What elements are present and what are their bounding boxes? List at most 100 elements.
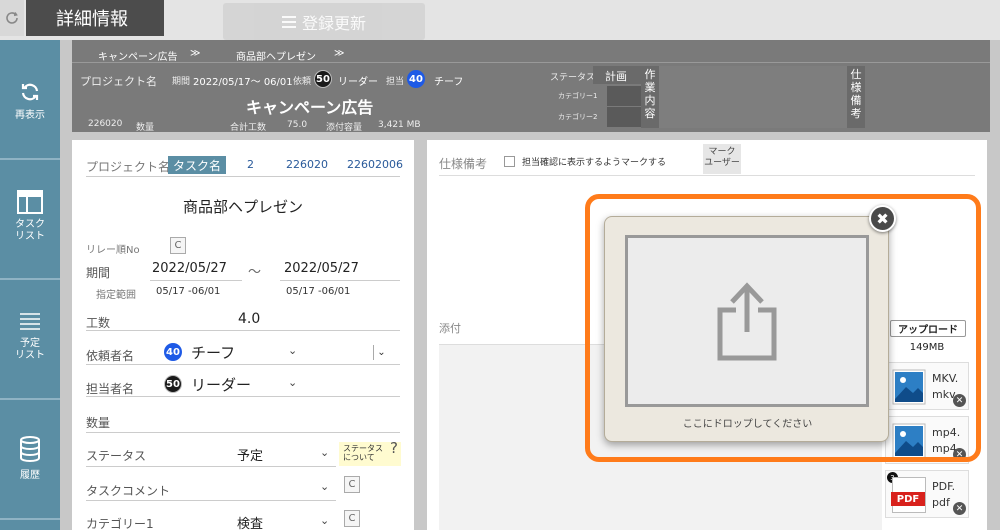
close-icon[interactable]: ✖	[869, 205, 896, 232]
chevron-down-icon[interactable]: ⌄	[320, 446, 329, 459]
field-underline	[439, 175, 975, 176]
field-underline	[86, 396, 400, 397]
chevron-down-icon[interactable]: ⌄	[288, 376, 297, 389]
requester-label: 依頼	[293, 77, 312, 87]
chevron-down-icon[interactable]: ⌄	[373, 345, 389, 360]
task-name-tag: タスク名	[168, 156, 226, 174]
sidebar-item-refresh[interactable]: 再表示	[0, 80, 60, 122]
field-underline	[86, 330, 400, 331]
sidebar-item-label: 再表示	[15, 110, 45, 121]
assignee-label: 担当者名	[86, 382, 135, 396]
sidebar-item-task-list[interactable]: タスク リスト	[0, 190, 60, 243]
page-title: 詳細情報	[26, 0, 164, 36]
sidebar-divider	[0, 158, 60, 160]
hours-value[interactable]: 4.0	[238, 311, 260, 327]
task-list-icon	[17, 190, 43, 214]
comment-c-button[interactable]: C	[344, 476, 360, 493]
sidebar-divider	[0, 398, 60, 400]
range-end: 05/17 -06/01	[286, 286, 351, 297]
status-label: ステータス	[86, 449, 147, 463]
period-label: 期間	[172, 77, 191, 87]
register-update-button[interactable]: 登録更新	[223, 3, 425, 40]
refresh-icon	[21, 83, 39, 101]
status-help-button[interactable]: ステータス について ?	[339, 439, 401, 466]
breadcrumb-task[interactable]: 商品部ヘプレゼン	[236, 48, 316, 63]
assignee-badge: 40	[407, 70, 425, 88]
period-end[interactable]: 2022/05/27	[284, 261, 359, 276]
status-help-text: ステータス について	[343, 444, 383, 462]
project-header: キャンペーン広告 ≫ 商品部ヘプレゼン ≫ プロジェクト名 期間 2022/05…	[72, 40, 990, 133]
category2-cell	[607, 107, 641, 127]
breadcrumb-project[interactable]: キャンペーン広告	[98, 48, 178, 63]
task-number: 2	[247, 158, 254, 171]
chevron-down-icon[interactable]: ⌄	[320, 514, 329, 527]
assignee-name: チーフ	[434, 77, 464, 88]
work-content-label: 作 業 内 容	[644, 68, 656, 120]
attach-size-value: 3,421 MB	[378, 120, 421, 130]
sidebar: 再表示 タスク リスト 予定 リスト 履歴	[0, 40, 60, 530]
file-close-icon[interactable]: ✕	[953, 502, 966, 515]
header-divider	[72, 62, 990, 63]
spec-notes-label: 仕 様 備 考	[850, 68, 862, 120]
sidebar-item-schedule-list[interactable]: 予定 リスト	[0, 312, 60, 362]
relay-c-button[interactable]: C	[170, 237, 186, 254]
pdf-tag: PDF	[891, 492, 925, 506]
drop-zone[interactable]	[625, 235, 869, 407]
mark-checkbox[interactable]	[504, 156, 515, 167]
period-tilde: 〜	[248, 265, 262, 280]
assignee-value[interactable]: リーダー	[191, 374, 251, 395]
status-value[interactable]: 予定	[237, 445, 263, 464]
field-underline	[86, 176, 400, 177]
project-name-label: プロジェクト名	[86, 160, 171, 174]
task-form: プロジェクト名 タスク名 2 226020 22602006 商品部ヘプレゼン …	[72, 140, 414, 530]
work-content-area[interactable]	[659, 66, 849, 128]
category1-label: カテゴリー1	[86, 517, 154, 530]
field-underline	[86, 432, 400, 433]
range-start: 05/17 -06/01	[156, 286, 221, 297]
total-hours-value: 75.0	[287, 120, 308, 130]
drop-instruction: ここにドロップしてください	[682, 419, 813, 430]
chevron-down-icon[interactable]: ⌄	[288, 344, 297, 357]
total-hours-label: 合計工数	[230, 123, 267, 133]
status-label: ステータス	[550, 73, 596, 83]
database-icon	[20, 436, 40, 462]
register-update-label: 登録更新	[301, 13, 366, 33]
requester-value[interactable]: チーフ	[191, 342, 235, 363]
category2-label: カテゴリー2	[558, 113, 598, 121]
mark-user-button[interactable]: マーク ユーザー	[703, 144, 741, 174]
refresh-icon[interactable]	[0, 0, 24, 36]
category-c-button[interactable]: C	[344, 510, 360, 527]
field-underline	[86, 500, 336, 501]
hours-label: 工数	[86, 316, 111, 330]
menu-icon	[281, 15, 296, 28]
requester-label: 依頼者名	[86, 349, 135, 363]
field-underline	[150, 280, 242, 281]
period-start[interactable]: 2022/05/27	[152, 261, 227, 276]
requester-name: リーダー	[338, 77, 378, 88]
category1-value[interactable]: 検査	[237, 513, 263, 530]
project-name-label: プロジェクト名	[80, 75, 157, 88]
file-card[interactable]: 3 PDF PDF. pdf ✕	[885, 470, 969, 518]
sidebar-divider	[0, 278, 60, 280]
field-underline	[280, 280, 400, 281]
relay-order-label: リレー順No	[86, 245, 140, 256]
help-icon: ?	[390, 439, 398, 457]
task-id-value: 22602006	[347, 158, 403, 171]
period-label: 期間	[86, 266, 111, 280]
project-id-value: 226020	[286, 158, 328, 171]
sidebar-item-label: 予定 リスト	[15, 338, 45, 361]
assignee-badge: 50	[164, 375, 182, 393]
pdf-file-icon: PDF	[891, 477, 926, 513]
attachment-label: 添付	[439, 322, 461, 335]
period-value: 2022/05/17〜 06/01	[193, 77, 293, 88]
sidebar-item-label: 履歴	[20, 470, 40, 481]
sidebar-item-history[interactable]: 履歴	[0, 436, 60, 482]
task-title: 商品部ヘプレゼン	[182, 198, 303, 216]
requester-badge: 40	[164, 343, 182, 361]
quantity-label: 数量	[86, 416, 111, 430]
project-title: キャンペーン広告	[246, 98, 374, 117]
project-id: 226020	[88, 119, 123, 129]
requester-badge: 50	[314, 70, 332, 88]
chevron-down-icon[interactable]: ⌄	[320, 480, 329, 493]
sidebar-item-label: タスク リスト	[15, 219, 45, 242]
